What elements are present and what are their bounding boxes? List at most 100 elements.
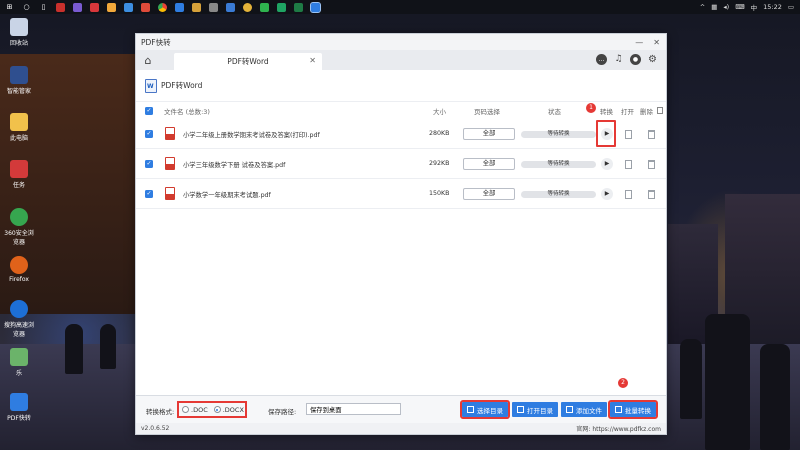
col-delete: 删除: [640, 108, 653, 116]
home-icon[interactable]: ⌂: [136, 54, 160, 67]
row-checkbox[interactable]: ✓: [145, 160, 153, 168]
delete-all-icon[interactable]: [657, 107, 663, 114]
ime-indicator[interactable]: 中: [751, 2, 758, 12]
taskbar-pinned: ⊞ ○ ▯: [0, 1, 321, 13]
app3-icon[interactable]: [90, 2, 99, 12]
app4-icon[interactable]: [107, 2, 116, 12]
app13-icon[interactable]: [260, 2, 269, 12]
open-file-icon[interactable]: [625, 160, 632, 169]
annotation-marker-1: 1: [586, 103, 596, 113]
page-range-button[interactable]: 全部: [463, 128, 515, 140]
col-size: 大小: [433, 108, 446, 116]
app2-icon[interactable]: [73, 2, 82, 12]
notification-icon[interactable]: ▭: [788, 3, 794, 11]
choose-dir-button[interactable]: 选择目录: [460, 400, 510, 419]
pdf-app-icon[interactable]: [310, 1, 321, 13]
network-icon[interactable]: ▦: [711, 3, 717, 11]
delete-row-icon[interactable]: [648, 190, 655, 199]
open-file-icon[interactable]: [625, 190, 632, 199]
chat-icon[interactable]: …: [596, 54, 607, 65]
title-bar[interactable]: PDF快转 — ✕: [136, 34, 666, 50]
volume-icon[interactable]: ◂): [723, 3, 729, 11]
desktop-icon-firefox[interactable]: Firefox: [2, 256, 36, 283]
tab-pdf-to-word[interactable]: PDF转Word ✕: [174, 53, 322, 70]
row-checkbox[interactable]: ✓: [145, 130, 153, 138]
chrome-icon[interactable]: [158, 2, 167, 12]
word-doc-icon: [145, 78, 157, 93]
format-docx-radio[interactable]: .DOCX: [213, 406, 244, 414]
app8-icon[interactable]: [175, 2, 184, 12]
desktop-icon-360-browser[interactable]: 360安全浏览器: [2, 208, 36, 246]
app9-icon[interactable]: [192, 2, 201, 12]
app5-icon[interactable]: [124, 2, 133, 12]
row-checkbox[interactable]: ✓: [145, 190, 153, 198]
app10-icon[interactable]: [209, 2, 218, 12]
batch-convert-button[interactable]: 批量转换: [608, 400, 658, 419]
file-size: 150KB: [429, 190, 450, 197]
pdf-file-icon: [165, 157, 175, 170]
file-size: 292KB: [429, 160, 450, 167]
app15-icon[interactable]: [294, 2, 303, 12]
convert-play-button[interactable]: ▶: [601, 158, 613, 170]
save-path-input[interactable]: [306, 403, 401, 415]
tab-bar: ⌂ PDF转Word ✕ … ♫ ● ⚙: [136, 50, 666, 70]
input-icon[interactable]: ⌨: [735, 3, 744, 11]
wallpaper-person: [705, 314, 750, 450]
wallpaper-person: [100, 324, 116, 369]
col-range: 页码选择: [474, 108, 500, 116]
tab-close-icon[interactable]: ✕: [309, 56, 316, 65]
close-icon[interactable]: ✕: [653, 38, 660, 47]
desktop-icon-sogou-browser[interactable]: 搜狗高速浏览器: [2, 300, 36, 338]
desktop-icon-recycle-bin[interactable]: 回收站: [2, 18, 36, 47]
cortana-icon[interactable]: ○: [22, 3, 31, 12]
page-range-button[interactable]: 全部: [463, 188, 515, 200]
browser-360-icon: [10, 208, 28, 226]
select-all-checkbox[interactable]: ✓: [145, 107, 153, 115]
status-line: v2.0.6.52 官网: https://www.pdfkz.com: [136, 423, 666, 434]
bottom-toolbar: 转换格式: .DOC .DOCX 保存路径: 选择目录 打开目录 添加文件: [136, 395, 666, 423]
desktop-icon-pdf-kz[interactable]: PDF快转: [2, 393, 36, 422]
table-row: ✓ 小学数学一年级期末考试题.pdf 150KB 全部 等待转换 ▶: [136, 179, 666, 209]
convert-play-button[interactable]: ▶: [601, 188, 613, 200]
table-row: ✓ 小学三年级数学下册 试卷及答案.pdf 292KB 全部 等待转换 ▶: [136, 149, 666, 179]
app14-icon[interactable]: [277, 2, 286, 12]
minimize-icon[interactable]: —: [635, 38, 643, 47]
add-file-button[interactable]: 添加文件: [561, 402, 607, 417]
radio-dot: [182, 406, 189, 413]
format-doc-radio[interactable]: .DOC: [182, 406, 208, 414]
tab-label: PDF转Word: [227, 57, 269, 66]
le-icon: [10, 348, 28, 366]
task-icon: [10, 160, 28, 178]
radio-dot-selected: [213, 406, 221, 413]
open-file-icon[interactable]: [625, 130, 632, 139]
pdf-file-icon: [165, 127, 175, 140]
app6-icon[interactable]: [141, 2, 150, 12]
pdf-kz-icon: [10, 393, 28, 411]
website-link[interactable]: 官网: https://www.pdfkz.com: [576, 424, 661, 433]
file-name: 小学二年级上册数学期末考试卷及答案(打印).pdf: [183, 132, 320, 139]
desktop-icon-computer[interactable]: 此电脑: [2, 113, 36, 142]
delete-row-icon[interactable]: [648, 160, 655, 169]
task-view-icon[interactable]: ▯: [39, 3, 48, 12]
up-arrow-icon[interactable]: ^: [700, 3, 705, 11]
headset-icon[interactable]: ♫: [613, 54, 624, 65]
desktop-icon-le[interactable]: 乐: [2, 348, 36, 377]
open-dir-button[interactable]: 打开目录: [512, 402, 558, 417]
page-range-button[interactable]: 全部: [463, 158, 515, 170]
clock[interactable]: 15:22: [763, 3, 782, 11]
window-title: PDF快转: [141, 37, 171, 47]
app11-icon[interactable]: [226, 2, 235, 12]
desktop-icon-manager[interactable]: 智能管家: [2, 66, 36, 95]
app1-icon[interactable]: [56, 2, 65, 12]
delete-row-icon[interactable]: [648, 130, 655, 139]
annotation-highlight-convert: [596, 120, 616, 147]
section-header: PDF转Word: [136, 70, 666, 102]
gear-icon[interactable]: ⚙: [647, 54, 658, 65]
desktop-icon-task[interactable]: 任务: [2, 160, 36, 189]
user-icon[interactable]: ●: [630, 54, 641, 65]
windows-logo-icon[interactable]: ⊞: [5, 3, 14, 12]
sogou-browser-icon: [10, 300, 28, 318]
app12-icon[interactable]: [243, 2, 252, 12]
firefox-icon: [10, 256, 28, 274]
computer-icon: [10, 113, 28, 131]
